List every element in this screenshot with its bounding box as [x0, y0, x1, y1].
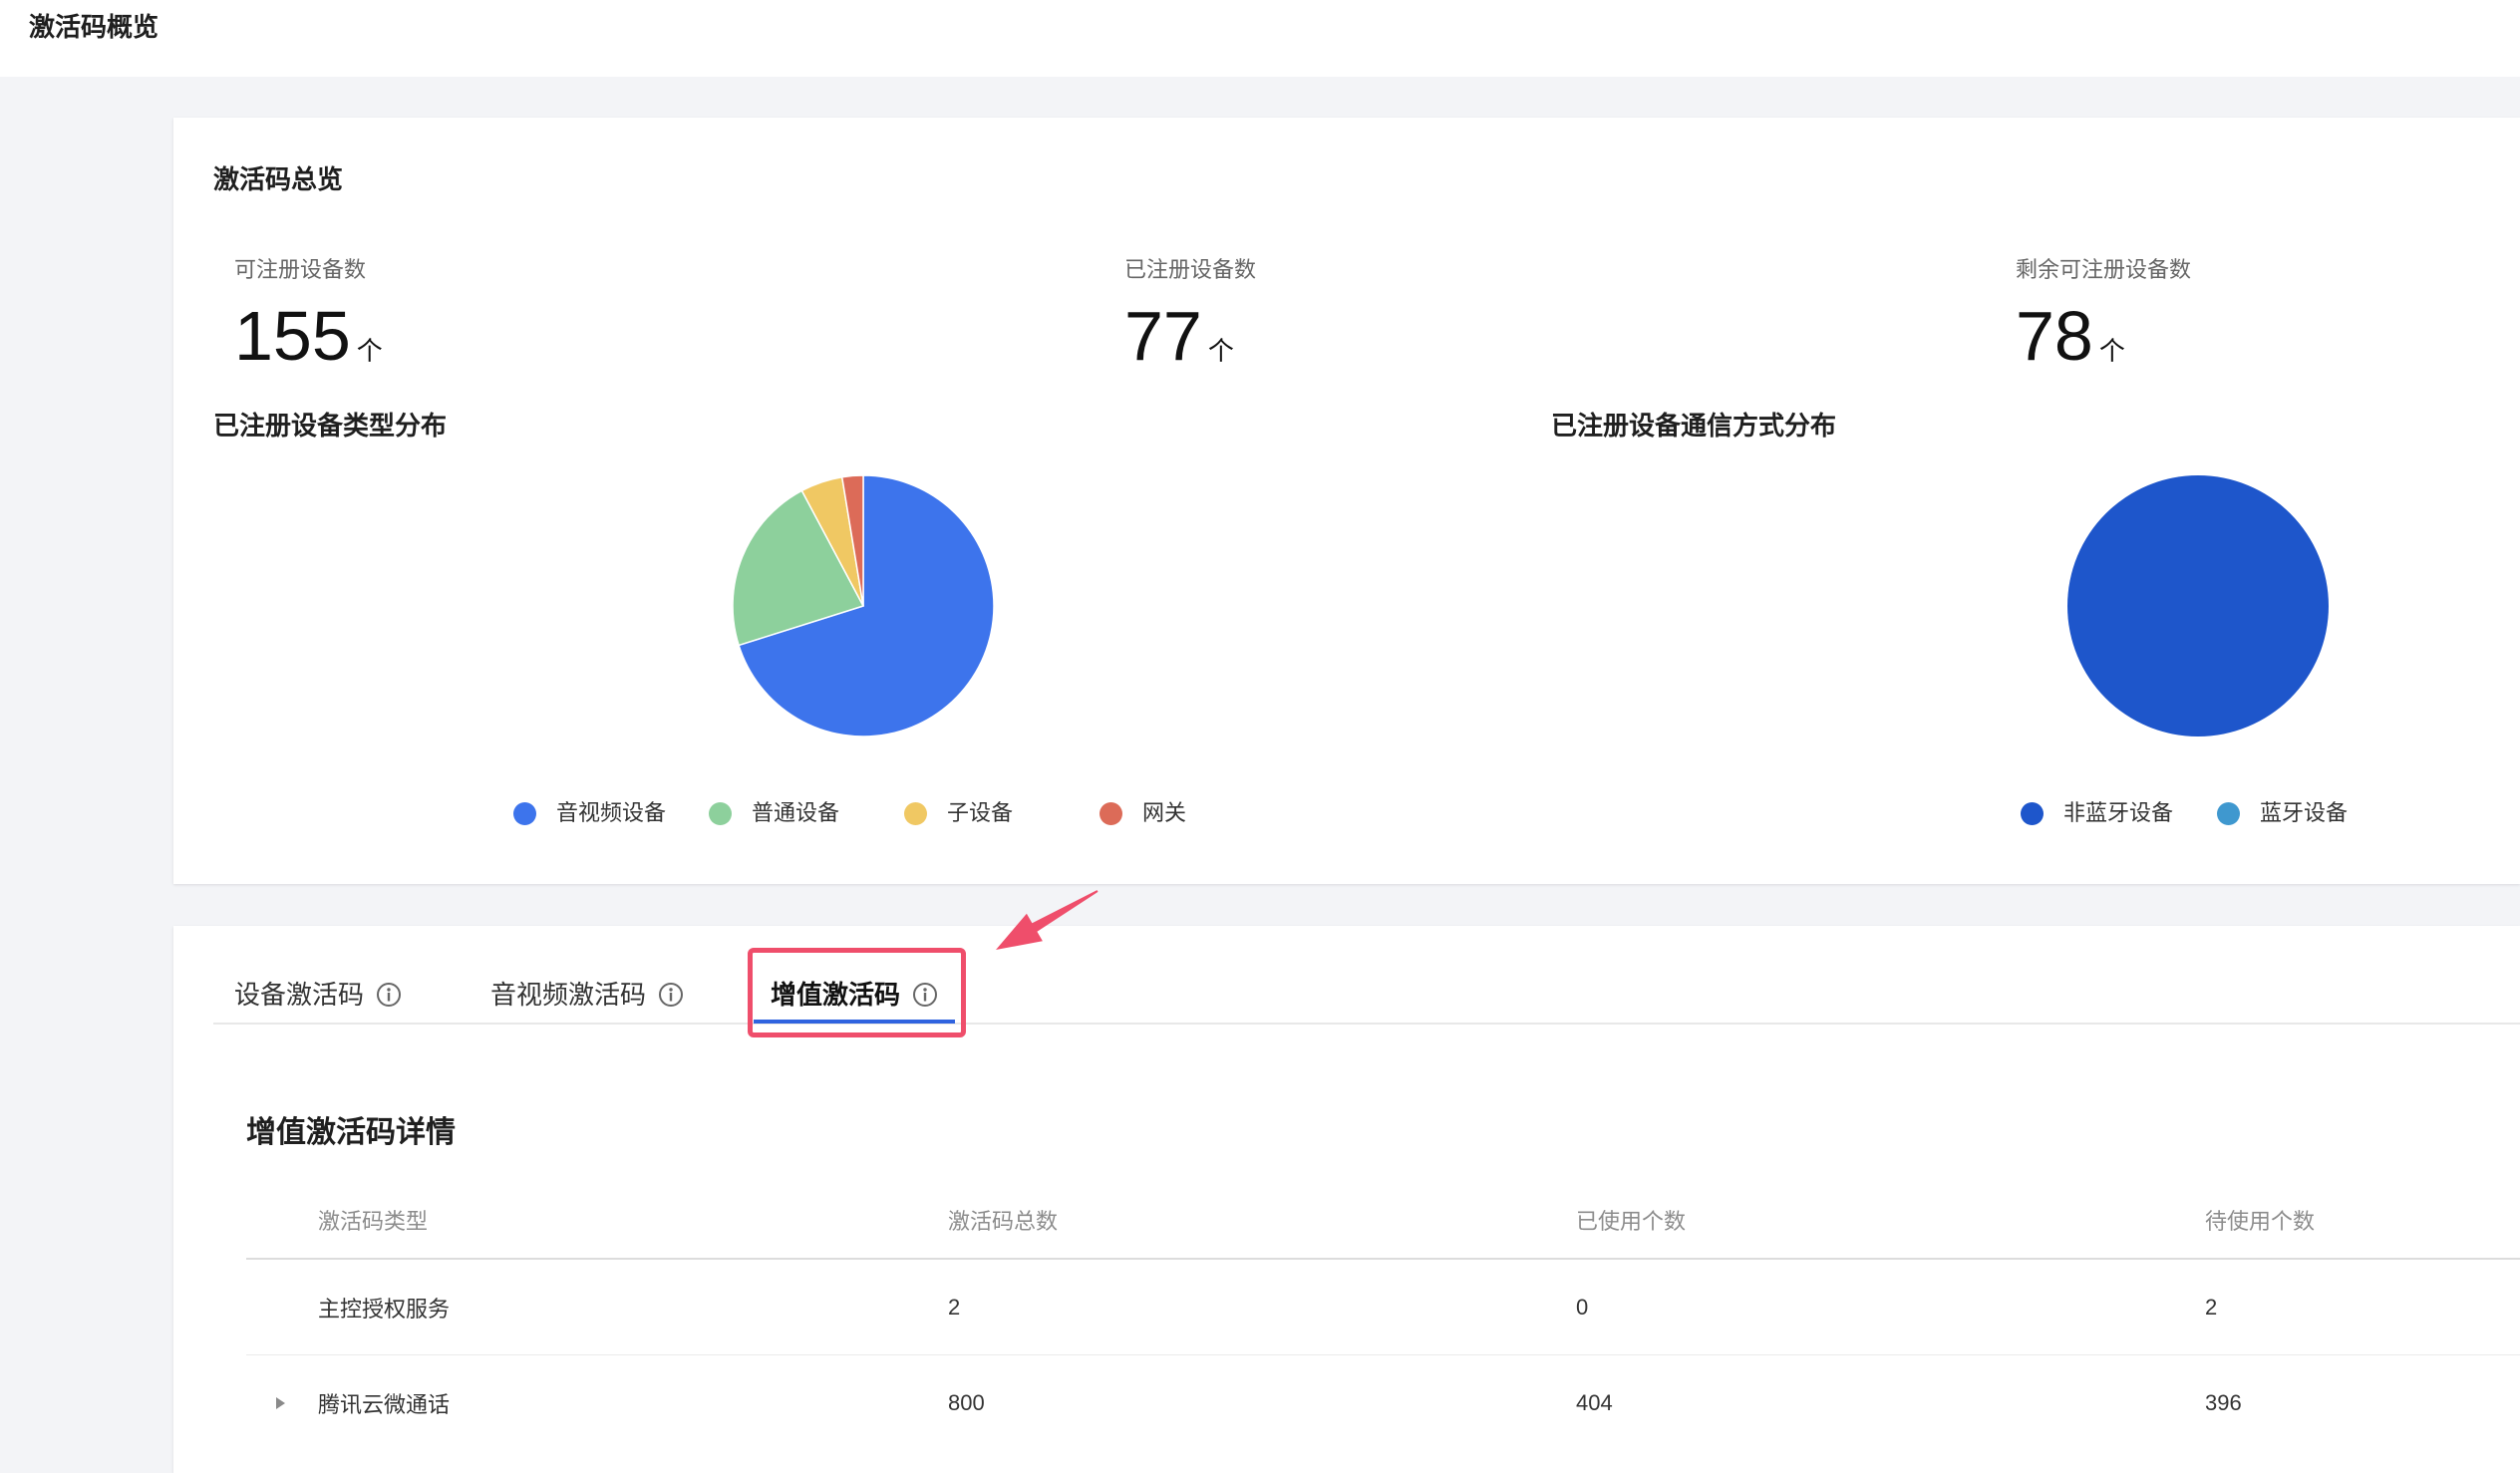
overview-title: 激活码总览 — [213, 164, 344, 194]
table-cell: 2 — [948, 1259, 1576, 1355]
stat-unit: 个 — [2098, 336, 2125, 366]
cell-text: 0 — [1576, 1294, 1589, 1320]
cell-text: 主控授权服务 — [318, 1296, 451, 1322]
tab-av-codes[interactable]: 音视频激活码 — [473, 979, 701, 1024]
device-type-pie-chart — [732, 474, 995, 737]
table-cell: 404 — [1576, 1355, 2205, 1451]
legend-label: 普通设备 — [752, 800, 840, 825]
stat-unit: 个 — [1207, 336, 1234, 366]
stat-remaining-devices: 剩余可注册设备数 78 个 — [2016, 256, 2191, 371]
stat-value-row: 77 个 — [1124, 301, 1256, 371]
caret-right-icon[interactable] — [275, 1396, 287, 1410]
stat-label: 可注册设备数 — [234, 257, 367, 282]
stat-value-row: 78 个 — [2016, 301, 2191, 371]
stat-registered-devices: 已注册设备数 77 个 — [1124, 256, 1256, 371]
table-row: 腾讯云微通话 800 404 396 — [246, 1355, 2520, 1451]
page-title: 激活码概览 — [29, 12, 159, 42]
legend-label: 音视频设备 — [556, 800, 667, 825]
info-icon[interactable] — [658, 982, 684, 1008]
device-type-chart-title: 已注册设备类型分布 — [213, 411, 448, 441]
table-cell: 2 — [2205, 1259, 2520, 1355]
cell-text: 腾讯云微通话 — [318, 1391, 451, 1417]
cell-text: 800 — [948, 1389, 985, 1415]
legend-dot — [2021, 801, 2044, 825]
detail-card: 设备激活码 音视频激活码 增值激活码 增值激活码详情 激活码类型 激活码总数 已… — [173, 926, 2520, 1473]
legend-dot — [904, 801, 927, 825]
legend-item-av-device[interactable]: 音视频设备 — [513, 798, 709, 828]
column-header-used: 已使用个数 — [1576, 1182, 2205, 1260]
tab-device-codes[interactable]: 设备激活码 — [217, 979, 419, 1024]
legend-item-non-bluetooth[interactable]: 非蓝牙设备 — [2021, 798, 2217, 828]
overview-card: 激活码总览 可注册设备数 155 个 已注册设备数 77 个 剩余可注册设备数 … — [173, 118, 2520, 884]
stat-label: 剩余可注册设备数 — [2016, 257, 2192, 282]
table-row: 主控授权服务 2 0 2 — [246, 1259, 2520, 1355]
column-header-remaining: 待使用个数 — [2205, 1182, 2520, 1260]
legend-dot — [709, 801, 732, 825]
table-header-row: 激活码类型 激活码总数 已使用个数 待使用个数 — [246, 1182, 2520, 1260]
tab-value-added-codes[interactable]: 增值激活码 — [754, 979, 956, 1024]
communication-pie-slice-0 — [2067, 475, 2329, 736]
detail-section-title: 增值激活码详情 — [246, 1116, 456, 1149]
tab-label: 音视频激活码 — [490, 980, 647, 1010]
communication-chart-title: 已注册设备通信方式分布 — [1551, 411, 1837, 441]
communication-pie-chart — [2067, 475, 2329, 736]
table-cell: 0 — [1576, 1259, 2205, 1355]
table-cell: 主控授权服务 — [246, 1259, 948, 1355]
stat-label: 已注册设备数 — [1124, 257, 1257, 282]
table-cell: 800 — [948, 1355, 1576, 1451]
column-header-type: 激活码类型 — [246, 1182, 948, 1260]
legend-dot — [1100, 801, 1122, 825]
legend-item-gateway[interactable]: 网关 — [1100, 798, 1295, 828]
cell-text: 2 — [948, 1294, 961, 1320]
legend-item-sub-device[interactable]: 子设备 — [904, 798, 1100, 828]
legend-item-normal-device[interactable]: 普通设备 — [709, 798, 904, 828]
stat-unit: 个 — [356, 336, 383, 366]
stat-value: 78 — [2016, 297, 2093, 375]
table-cell: 396 — [2205, 1355, 2520, 1451]
communication-legend: 非蓝牙设备 蓝牙设备 — [2021, 798, 2413, 828]
info-icon[interactable] — [912, 982, 938, 1008]
legend-item-bluetooth[interactable]: 蓝牙设备 — [2217, 798, 2413, 828]
column-header-total: 激活码总数 — [948, 1182, 1576, 1260]
legend-dot — [513, 801, 536, 825]
device-type-legend: 音视频设备 普通设备 子设备 网关 — [513, 798, 1295, 828]
tab-label: 设备激活码 — [234, 980, 365, 1010]
top-bar: 激活码概览 — [0, 0, 2520, 77]
legend-dot — [2217, 801, 2240, 825]
cell-text: 2 — [2205, 1294, 2218, 1320]
stat-value-row: 155 个 — [234, 301, 383, 371]
cell-text: 396 — [2205, 1389, 2242, 1415]
legend-label: 网关 — [1142, 800, 1187, 825]
value-added-codes-table: 激活码类型 激活码总数 已使用个数 待使用个数 主控授权服务 2 0 2 腾讯云… — [246, 1182, 2520, 1450]
tab-label: 增值激活码 — [771, 980, 901, 1010]
stat-registrable-devices: 可注册设备数 155 个 — [234, 256, 383, 371]
table-cell: 腾讯云微通话 — [246, 1355, 948, 1451]
info-icon[interactable] — [376, 982, 402, 1008]
legend-label: 非蓝牙设备 — [2063, 800, 2174, 825]
stat-value: 77 — [1124, 297, 1202, 375]
stat-value: 155 — [234, 297, 351, 375]
cell-text: 404 — [1576, 1389, 1613, 1415]
legend-label: 子设备 — [947, 800, 1014, 825]
legend-label: 蓝牙设备 — [2260, 800, 2349, 825]
